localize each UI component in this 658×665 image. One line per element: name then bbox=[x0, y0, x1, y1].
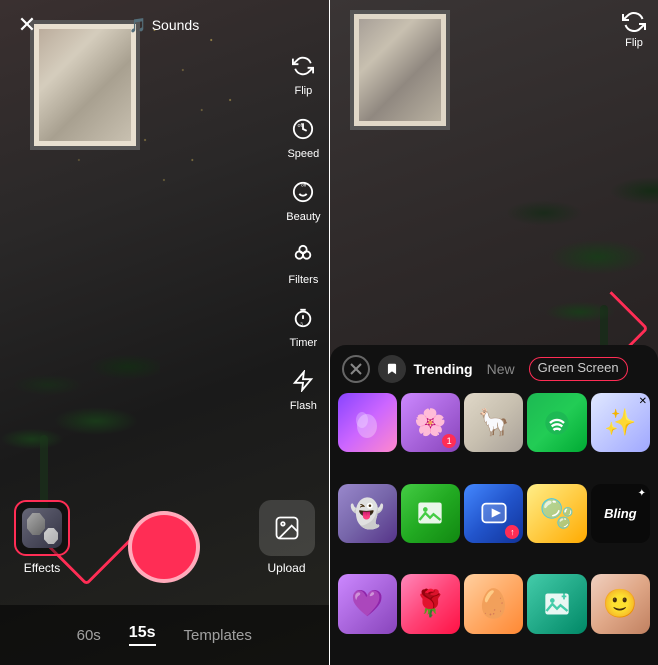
flip-button[interactable]: Flip bbox=[287, 50, 319, 97]
no-effect-button[interactable] bbox=[342, 355, 370, 383]
upload-icon bbox=[259, 500, 315, 556]
speed-label: Speed bbox=[287, 148, 319, 160]
beauty-icon: off bbox=[287, 176, 319, 208]
plant-left bbox=[10, 285, 190, 535]
filters-button[interactable]: Filters bbox=[287, 239, 319, 286]
bookmark-button[interactable] bbox=[378, 355, 406, 383]
effect-item[interactable]: ↑ bbox=[464, 484, 523, 543]
effects-icon-box bbox=[14, 500, 70, 556]
filters-icon bbox=[287, 239, 319, 271]
right-flip-label: Flip bbox=[625, 37, 643, 49]
beauty-button[interactable]: off Beauty bbox=[286, 176, 320, 223]
left-top-bar: ✕ 🎵 Sounds bbox=[0, 0, 329, 50]
effects-controls-row: Trending New Green Screen bbox=[330, 345, 658, 389]
upload-button[interactable]: Upload bbox=[259, 500, 315, 575]
right-arrow-indicator bbox=[578, 275, 638, 355]
effect-item[interactable] bbox=[527, 574, 586, 633]
effect-item[interactable]: 🦙 bbox=[464, 393, 523, 452]
left-camera-panel: ✕ 🎵 Sounds Flip off bbox=[0, 0, 329, 665]
effect-item[interactable]: 🌹 bbox=[401, 574, 460, 633]
effect-item[interactable]: 🙂 bbox=[591, 574, 650, 633]
flip-label: Flip bbox=[295, 85, 313, 97]
speed-button[interactable]: off Speed bbox=[287, 113, 319, 160]
effect-item[interactable]: 👻 bbox=[338, 484, 397, 543]
effect-item[interactable] bbox=[338, 393, 397, 452]
flip-icon bbox=[287, 50, 319, 82]
effect-item[interactable]: 🫧 bbox=[527, 484, 586, 543]
svg-text:off: off bbox=[298, 123, 304, 129]
right-effects-panel: Flip Trending New Green Screen bbox=[330, 0, 658, 665]
effects-label: Effects bbox=[24, 561, 60, 575]
time-60s[interactable]: 60s bbox=[77, 627, 101, 644]
flash-label: Flash bbox=[290, 400, 317, 412]
tab-new[interactable]: New bbox=[487, 357, 515, 381]
camera-toolbar: Flip off Speed off bbox=[286, 50, 320, 412]
picture-frame-right bbox=[350, 10, 450, 130]
effect-item[interactable]: 🌸 1 bbox=[401, 393, 460, 452]
tab-trending[interactable]: Trending bbox=[414, 357, 473, 381]
camera-flip-icon[interactable]: Flip bbox=[622, 10, 646, 49]
upload-label: Upload bbox=[267, 561, 305, 575]
timer-label: Timer bbox=[290, 337, 318, 349]
effect-item[interactable]: 🥚 bbox=[464, 574, 523, 633]
close-button[interactable]: ✕ bbox=[12, 10, 42, 40]
effects-grid: 🌸 1 🦙 ✨ ✕ bbox=[330, 389, 658, 665]
beauty-label: Beauty bbox=[286, 211, 320, 223]
effects-tabs: Trending New Green Screen bbox=[414, 357, 647, 381]
right-top-bar: Flip bbox=[622, 10, 646, 49]
timer-icon: 3 bbox=[287, 302, 319, 334]
timer-button[interactable]: 3 Timer bbox=[287, 302, 319, 349]
effect-item[interactable] bbox=[527, 393, 586, 452]
time-templates[interactable]: Templates bbox=[184, 627, 252, 644]
record-button[interactable] bbox=[128, 511, 200, 583]
effects-button[interactable]: Effects bbox=[14, 500, 70, 575]
music-icon: 🎵 bbox=[129, 17, 146, 34]
flash-button[interactable]: Flash bbox=[287, 365, 319, 412]
tab-green-screen[interactable]: Green Screen bbox=[529, 357, 628, 381]
effects-inner bbox=[22, 508, 62, 548]
effects-tray: Trending New Green Screen 🌸 1 bbox=[330, 345, 658, 665]
flash-icon bbox=[287, 365, 319, 397]
effect-item[interactable]: 💜 bbox=[338, 574, 397, 633]
effect-bling[interactable]: Bling ✦ bbox=[591, 484, 650, 543]
speed-icon: off bbox=[287, 113, 319, 145]
filters-label: Filters bbox=[288, 274, 318, 286]
time-15s[interactable]: 15s bbox=[129, 624, 156, 646]
time-selector-bar: 60s 15s Templates bbox=[0, 605, 329, 665]
svg-text:off: off bbox=[302, 183, 308, 188]
effect-item[interactable]: ✨ ✕ bbox=[591, 393, 650, 452]
sounds-button[interactable]: 🎵 Sounds bbox=[129, 17, 199, 34]
effect-item[interactable] bbox=[401, 484, 460, 543]
